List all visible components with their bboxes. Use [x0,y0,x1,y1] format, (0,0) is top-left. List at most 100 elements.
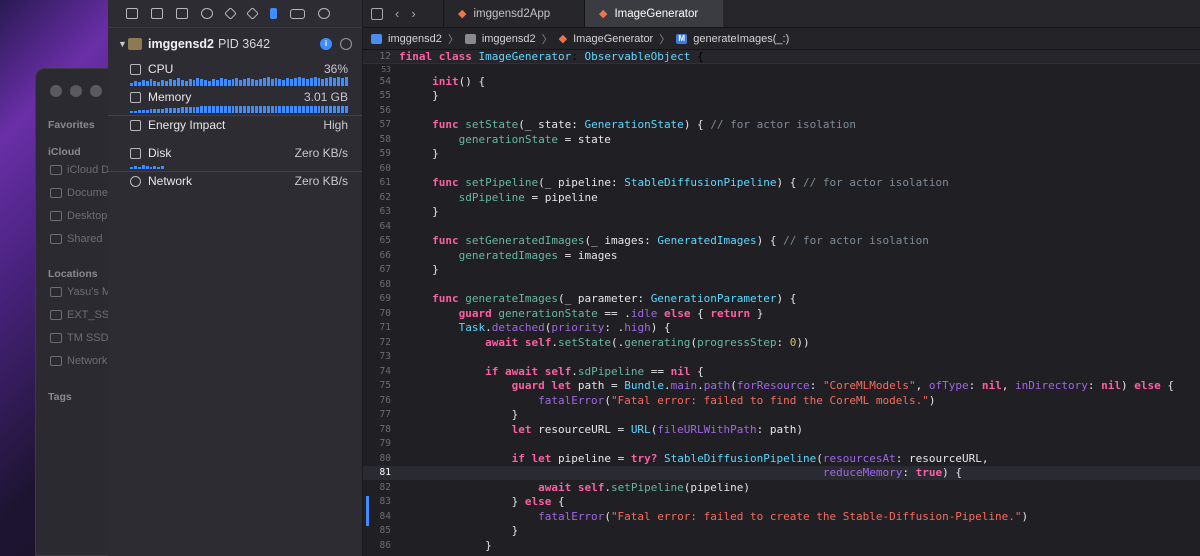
sparkline-bar [340,78,344,86]
diamond-icon[interactable] [246,7,259,20]
search-icon[interactable] [201,8,213,19]
code-line[interactable]: 68 [363,277,1200,292]
code-line[interactable]: 62 sdPipeline = pipeline [363,190,1200,205]
code-line[interactable]: 54 init() { [363,74,1200,89]
code-line[interactable]: 79 [363,437,1200,452]
sparkline-bar [325,78,329,86]
stop-process-icon[interactable] [340,38,352,50]
line-number: 69 [379,293,391,305]
code-text: await self.setState(.generating(progress… [485,335,810,349]
line-number: 73 [379,351,391,363]
metric-network[interactable]: Network Zero KB/s [108,172,362,200]
metric-disk[interactable]: Disk Zero KB/s [108,144,362,172]
sparkline-bar [145,166,149,169]
grid-icon[interactable] [371,7,383,20]
sparkline-bar [305,79,309,86]
line-number: 66 [379,249,391,261]
close-square-icon[interactable] [151,8,163,19]
info-icon[interactable]: i [320,38,332,50]
code-line[interactable]: 55 } [363,89,1200,104]
code-text: } [399,408,519,422]
code-line[interactable]: 70 guard generationState == .idle else {… [363,306,1200,321]
code-line[interactable]: 66 generatedImages = images [363,248,1200,263]
sparkline-bar [344,77,348,86]
method-icon: M [676,33,688,44]
code-text: fatalError("Fatal error: failed to find … [538,393,936,407]
code-line[interactable]: 59 } [363,147,1200,162]
sparkline-bar [141,80,145,86]
sparkline-bar [282,80,286,86]
breadcrumb-item[interactable]: imggensd2 [388,33,442,45]
metric-value: Zero KB/s [294,174,348,188]
zoom-window-button[interactable] [90,85,102,97]
code-line[interactable]: 84 fatalError("Fatal error: failed to cr… [363,509,1200,524]
code-line[interactable]: 83 } else { [363,495,1200,510]
back-arrow-icon[interactable]: ‹ [395,6,399,21]
breadcrumb-item[interactable]: ImageGenerator [573,33,653,45]
tab-imagegenerator[interactable]: ◆ ImageGenerator [584,0,723,27]
sparkline-bar [313,77,317,86]
code-line[interactable]: 71 Task.detached(priority: .high) { [363,321,1200,336]
sparkline-bar [141,110,145,113]
code-line[interactable]: 76 fatalError("Fatal error: failed to fi… [363,393,1200,408]
code-line[interactable]: 81 reduceMemory: true) { [363,465,1200,480]
sparkline-bar [165,81,169,86]
sparkline-bar [176,108,180,113]
sparkline-bar [255,106,258,113]
code-line[interactable]: 73 [363,350,1200,365]
code-line[interactable]: 86 } [363,538,1200,553]
window-icon[interactable] [126,8,138,19]
line-number: 59 [379,148,391,160]
metric-cpu[interactable]: CPU 36% [108,60,362,88]
sparkline-bar [161,109,165,113]
toggle-icon[interactable] [290,8,305,19]
code-line[interactable]: 63 } [363,205,1200,220]
info-icon[interactable] [318,8,330,19]
sidebar-item-label: Desktop [67,210,108,222]
sidebar-item-label: TM SSD [67,332,109,344]
code-text: let resourceURL = URL(fileURLWithPath: p… [511,422,804,436]
code-line[interactable]: 56 [363,103,1200,118]
code-line[interactable]: 80 if let pipeline = try? StableDiffusio… [363,451,1200,466]
code-line[interactable]: 58 generationState = state [363,132,1200,147]
code-line[interactable]: 75 guard let path = Bundle.main.path(for… [363,379,1200,394]
code-line[interactable]: 57 func setState(_ state: GenerationStat… [363,118,1200,133]
sparkline-bar [270,106,274,113]
code-line[interactable]: 67 } [363,263,1200,278]
code-text: reduceMemory: true) { [822,466,962,480]
minimize-window-button[interactable] [70,85,82,97]
sidebar-item-label: EXT_SS [67,309,110,321]
code-line[interactable]: 85 } [363,524,1200,539]
sparkline-bar [309,106,313,113]
code-line[interactable]: 82 await self.setPipeline(pipeline) [363,480,1200,495]
metric-memory[interactable]: Memory 3.01 GB [108,88,362,116]
code-line[interactable]: 61 func setPipeline(_ pipeline: StableDi… [363,176,1200,191]
activity-monitor-panel: ▼ imggensd2 PID 3642 i CPU 36% Memory 3.01 … [108,0,363,556]
code-line[interactable]: 65 func setGeneratedImages(_ images: Gen… [363,234,1200,249]
code-line[interactable]: 78 let resourceURL = URL(fileURLWithPath… [363,422,1200,437]
sidebar-section-header: iCloud [48,146,81,158]
warning-icon[interactable] [224,7,237,20]
code-line[interactable]: 77 } [363,408,1200,423]
code-editor[interactable]: 12 final class ImageGenerator: Observabl… [363,50,1200,556]
breadcrumb-item[interactable]: generateImages(_:) [693,33,789,45]
code-text: } [399,147,439,161]
close-window-button[interactable] [50,85,62,97]
code-line[interactable]: 60 [363,161,1200,176]
metric-energy-impact[interactable]: Energy Impact High [108,116,362,144]
breadcrumb-item[interactable]: imggensd2 [482,33,536,45]
code-line[interactable]: 72 await self.setState(.generating(progr… [363,335,1200,350]
code-line[interactable]: 64 [363,219,1200,234]
code-text: func setPipeline(_ pipeline: StableDiffu… [432,176,949,190]
tab-imggensd2app[interactable]: ◆ imggensd2App [443,0,584,27]
process-row[interactable]: ▼ imggensd2 PID 3642 i [108,28,362,60]
process-name: imggensd2 [148,37,214,51]
code-line[interactable]: 69 func generateImages(_ parameter: Gene… [363,292,1200,307]
forward-arrow-icon[interactable]: › [411,6,415,21]
xcode-window: ‹ › ◆ imggensd2App ◆ ImageGenerator imgg… [363,0,1200,556]
hierarchy-icon[interactable] [176,8,188,19]
thermometer-icon[interactable] [270,8,277,19]
code-line[interactable]: 74 if await self.sdPipeline == nil { [363,364,1200,379]
chevron-down-icon[interactable]: ▼ [118,39,128,49]
